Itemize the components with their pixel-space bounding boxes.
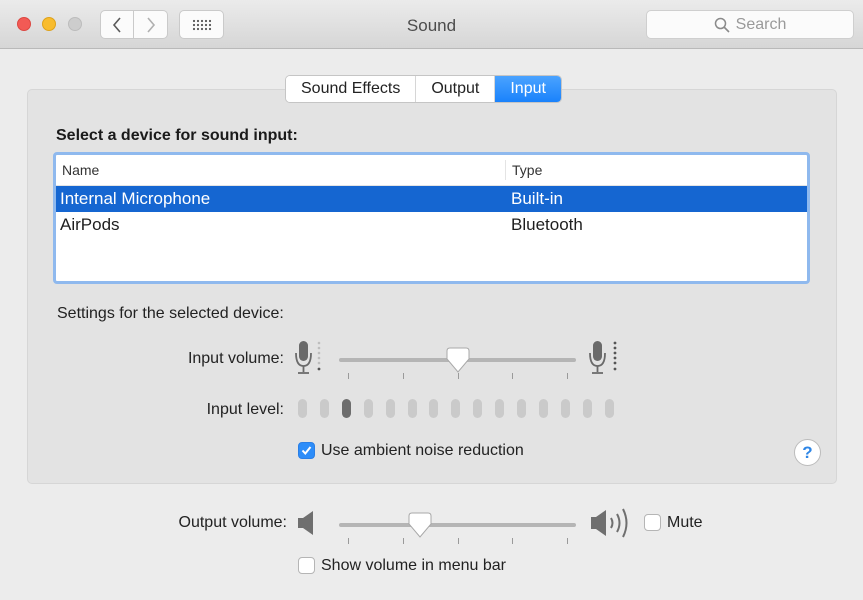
search-icon — [714, 17, 730, 33]
input-device-table: Name Type Internal Microphone Built-in A… — [53, 152, 810, 284]
input-level-meter — [298, 399, 628, 419]
slider-thumb[interactable] — [408, 512, 432, 538]
search-placeholder: Search — [735, 15, 787, 33]
slider-tick — [512, 373, 514, 379]
search-field[interactable]: Search — [646, 10, 854, 39]
output-volume-label: Output volume: — [178, 514, 288, 531]
table-row[interactable]: AirPods Bluetooth — [56, 212, 807, 238]
mute-label[interactable]: Mute — [667, 514, 703, 532]
level-segment — [538, 399, 548, 418]
input-level-label: Input level: — [206, 401, 284, 418]
level-segment — [451, 399, 461, 418]
noise-reduction-checkbox[interactable] — [298, 442, 315, 459]
level-segment — [604, 399, 614, 418]
slider-tick — [402, 538, 404, 544]
level-segment — [517, 399, 526, 418]
help-button[interactable]: ? — [794, 439, 821, 466]
slider-track — [339, 523, 576, 527]
level-segment — [429, 399, 439, 418]
output-volume-slider[interactable] — [339, 512, 576, 547]
show-volume-menu-bar-checkbox[interactable] — [298, 557, 315, 574]
table-header: Name Type — [56, 155, 807, 186]
settings-label: Settings for the selected device: — [57, 305, 284, 322]
title-bar: Sound Search — [0, 0, 863, 49]
input-volume-slider[interactable] — [339, 347, 576, 382]
device-name: Internal Microphone — [60, 189, 211, 208]
microphone-high-icon — [589, 341, 617, 374]
slider-tick — [567, 373, 568, 379]
column-header-type[interactable]: Type — [506, 162, 542, 178]
speaker-high-icon — [591, 508, 628, 538]
slider-tick — [348, 538, 349, 544]
tab-sound-effects[interactable]: Sound Effects — [286, 76, 417, 102]
slider-thumb[interactable] — [446, 347, 470, 373]
level-segment — [582, 399, 592, 418]
tab-bar: Sound Effects Output Input — [285, 75, 562, 103]
level-segment — [319, 399, 329, 418]
tab-output[interactable]: Output — [416, 76, 496, 102]
level-segment — [407, 399, 417, 418]
tab-input[interactable]: Input — [495, 76, 561, 102]
level-segment — [385, 399, 395, 418]
slider-tick — [512, 538, 514, 544]
column-header-name[interactable]: Name — [56, 160, 506, 180]
mute-checkbox[interactable] — [644, 514, 661, 531]
slider-tick — [567, 538, 568, 544]
level-segment — [560, 399, 570, 418]
slider-tick — [457, 373, 459, 379]
slider-tick — [348, 373, 349, 379]
show-volume-menu-bar-label[interactable]: Show volume in menu bar — [321, 557, 506, 575]
device-type: Built-in — [511, 189, 563, 208]
table-row[interactable]: Internal Microphone Built-in — [56, 186, 807, 212]
section-title: Select a device for sound input: — [56, 127, 298, 144]
microphone-low-icon — [295, 341, 321, 374]
level-segment — [495, 399, 505, 418]
input-volume-label: Input volume: — [187, 350, 284, 367]
input-panel — [27, 89, 837, 484]
noise-reduction-label[interactable]: Use ambient noise reduction — [321, 442, 524, 460]
level-segment — [341, 399, 351, 418]
level-segment — [363, 399, 373, 418]
slider-tick — [457, 538, 459, 544]
slider-tick — [402, 373, 404, 379]
speaker-low-icon — [298, 511, 313, 535]
level-segment — [473, 399, 483, 418]
device-name: AirPods — [60, 215, 120, 234]
checkmark-icon — [301, 446, 312, 456]
device-type: Bluetooth — [511, 215, 583, 234]
level-segment — [298, 399, 307, 418]
